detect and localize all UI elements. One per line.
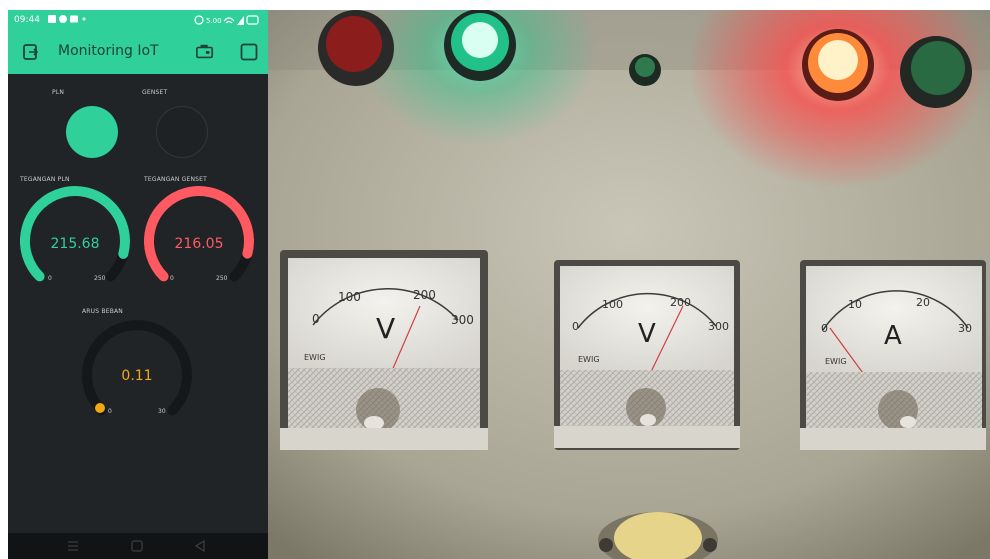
voltmeter-1: 0 100 200 300 V EWIG	[280, 250, 488, 450]
led-pln-label: PLN	[52, 89, 65, 96]
svg-text:300: 300	[451, 313, 474, 327]
gauge-arus-max: 30	[158, 408, 166, 415]
svg-text:0: 0	[821, 322, 828, 335]
image-icon	[70, 15, 78, 23]
gauge-genset-label: TEGANGAN GENSET	[144, 176, 208, 183]
phone-screen: 09:44 5.00 Monitoring IoT PLN GENSET TEG…	[8, 10, 268, 559]
gauge-arus-min: 0	[108, 408, 112, 415]
lamp-green-off-icon	[900, 36, 972, 108]
panel-photo: 0 100 200 300 V EWIG 0 100 200 300 V EWI…	[268, 10, 990, 559]
status-time: 09:44	[14, 15, 40, 25]
gauge-genset-max: 250	[216, 275, 228, 282]
svg-text:V: V	[638, 319, 656, 349]
app-title: Monitoring IoT	[58, 43, 159, 59]
battery-icon	[246, 15, 259, 25]
gauge-pln-min: 0	[48, 275, 52, 282]
svg-text:V: V	[376, 312, 395, 345]
svg-text:200: 200	[413, 288, 436, 302]
small-green-button-icon	[629, 54, 661, 86]
svg-text:A: A	[884, 321, 902, 351]
status-bar: 09:44 5.00	[8, 10, 268, 30]
svg-text:EWIG: EWIG	[304, 353, 326, 362]
gauge-genset-fill	[144, 186, 254, 282]
panel-photo-drawing: 0 100 200 300 V EWIG 0 100 200 300 V EWI…	[268, 10, 990, 559]
svg-text:10: 10	[848, 298, 862, 311]
svg-text:EWIG: EWIG	[825, 357, 847, 366]
gauge-genset-value: 216.05	[174, 236, 224, 252]
gauge-arus-fill	[95, 403, 105, 413]
status-left-icons	[48, 15, 86, 23]
home-icon	[131, 540, 143, 552]
alarm-icon	[194, 15, 204, 25]
led-genset	[156, 106, 208, 158]
gauge-arus-value: 0.11	[121, 368, 153, 384]
svg-text:20: 20	[916, 296, 930, 309]
svg-text:30: 30	[958, 322, 972, 335]
svg-text:100: 100	[338, 290, 361, 304]
signal-icon	[237, 16, 244, 25]
svg-text:100: 100	[602, 298, 623, 311]
app-bar: Monitoring IoT	[8, 30, 268, 74]
play-stop-icon[interactable]	[240, 43, 258, 61]
lamp-orange-on-icon	[802, 29, 874, 101]
menu-icon	[68, 541, 78, 551]
ammeter: 0 10 20 30 A EWIG	[800, 260, 986, 450]
lamp-green-on-icon	[444, 10, 516, 81]
dot-icon	[82, 17, 86, 21]
nav-icons	[68, 539, 205, 553]
data-speed-icon: 5.00	[206, 17, 222, 25]
lamp-red-off-icon	[318, 10, 394, 86]
gauge-genset-min: 0	[170, 275, 174, 282]
notification-square-icon	[48, 15, 56, 23]
led-genset-label: GENSET	[142, 89, 168, 96]
svg-text:200: 200	[670, 296, 691, 309]
navigation-bar	[8, 533, 268, 559]
svg-text:300: 300	[708, 320, 729, 333]
wifi-icon	[223, 17, 235, 24]
voltmeter-2: 0 100 200 300 V EWIG	[554, 260, 740, 450]
status-right-icons: 5.00	[194, 15, 259, 25]
exit-project-icon[interactable]	[22, 43, 40, 61]
device-icon[interactable]	[196, 43, 214, 61]
gauge-pln-label: TEGANGAN PLN	[20, 176, 70, 183]
svg-text:0: 0	[572, 320, 579, 333]
app-icon	[59, 15, 67, 23]
gauge-pln-fill	[20, 186, 130, 282]
svg-text:EWIG: EWIG	[578, 355, 600, 364]
gauge-pln-value: 215.68	[50, 236, 100, 252]
led-pln	[66, 106, 118, 158]
gauge-arus-label: ARUS BEBAN	[82, 308, 123, 315]
back-icon	[194, 539, 205, 553]
gauge-pln-max: 250	[94, 275, 106, 282]
svg-text:0: 0	[312, 312, 320, 326]
